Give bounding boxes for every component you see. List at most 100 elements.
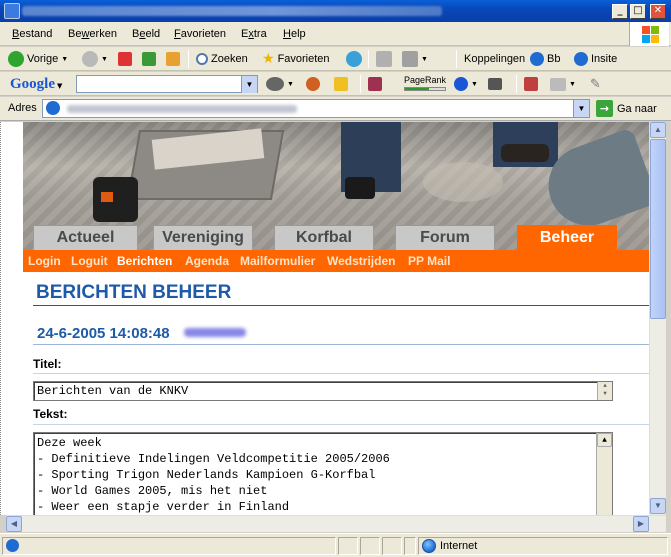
popup-icon — [334, 77, 348, 91]
titel-value: Berichten van de KNKV — [37, 384, 189, 398]
subnav-mailformulier[interactable]: Mailformulier — [240, 254, 315, 268]
link-insite[interactable]: Insite — [574, 50, 617, 68]
message-timestamp: 24-6-2005 14:08:48 — [37, 325, 170, 342]
text-line: - Sporting Trigon Nederlands Kampioen G-… — [37, 468, 376, 482]
tab-forum[interactable]: Forum — [395, 225, 495, 250]
window-icon — [488, 78, 502, 90]
highlighter-icon — [368, 77, 382, 91]
subnav-login[interactable]: Login — [28, 254, 61, 268]
subnav-berichten[interactable]: Berichten — [117, 254, 172, 268]
vertical-scrollbar[interactable]: ▲ ▼ — [649, 122, 666, 515]
pagerank-bar — [404, 87, 446, 91]
menu-bestand[interactable]: Bestand — [12, 28, 52, 40]
text-line: - World Games 2005, mis het niet — [37, 484, 268, 498]
scroll-up-button[interactable]: ▲ — [650, 122, 666, 138]
info-icon — [454, 77, 468, 91]
mail-icon — [376, 51, 392, 67]
scroll-thumb[interactable] — [650, 139, 666, 319]
scroll-up-button[interactable]: ▲ — [597, 433, 612, 447]
link-bb[interactable]: Bb — [530, 50, 560, 68]
page-title: BERICHTEN BEHEER — [36, 282, 232, 303]
windows-logo-icon — [629, 22, 669, 46]
go-label: Ga naar — [617, 102, 657, 115]
image-button[interactable] — [524, 75, 538, 93]
scroll-right-button[interactable]: ▶ — [633, 516, 649, 532]
tab-beheer[interactable]: Beheer — [517, 225, 617, 250]
subnav-loguit[interactable]: Loguit — [71, 254, 108, 268]
menu-favorieten[interactable]: Favorieten — [174, 28, 226, 40]
subnav-pp-mail[interactable]: PP Mail — [408, 254, 450, 268]
pagerank-label: PageRank — [404, 75, 447, 85]
divider — [33, 305, 649, 306]
back-label: Vorige — [27, 53, 59, 65]
titel-spin-button[interactable]: ▲ ▼ — [597, 382, 612, 400]
maximize-button[interactable]: □ — [630, 4, 646, 19]
google-search-input[interactable]: ▼ — [76, 75, 258, 93]
refresh-button[interactable] — [142, 50, 156, 68]
folder-button[interactable]: ▼ — [550, 75, 576, 93]
go-arrow-icon: → — [596, 100, 613, 117]
chevron-down-icon: ▼ — [471, 80, 478, 88]
tab-actueel[interactable]: Actueel — [33, 225, 138, 250]
standard-toolbar: Vorige ▼ ▼ Zoeken ★ Favorieten ▼ Koppeli… — [0, 47, 671, 71]
print-icon — [402, 51, 418, 67]
menu-help[interactable]: Help — [283, 28, 306, 40]
address-input[interactable]: ▼ — [42, 99, 590, 118]
highlight-button[interactable] — [368, 75, 382, 93]
chevron-down-icon: ▼ — [569, 80, 576, 88]
print-button[interactable]: ▼ — [402, 50, 428, 68]
home-button[interactable] — [166, 50, 180, 68]
textarea-scrollbar[interactable]: ▲ — [596, 433, 612, 515]
popup-blocker-button[interactable] — [334, 75, 348, 93]
text-line: - Weer een stapje verder in Finland — [37, 500, 290, 514]
ie-icon — [4, 3, 20, 19]
minimize-button[interactable]: _ — [612, 4, 628, 19]
links-label[interactable]: Koppelingen — [464, 50, 525, 68]
info-button[interactable]: ▼ — [454, 75, 478, 93]
back-button[interactable]: Vorige ▼ — [8, 50, 68, 68]
menu-extra[interactable]: Extra — [241, 28, 267, 40]
window-titlebar[interactable]: _ □ ✕ — [0, 0, 671, 22]
search-site-button[interactable] — [306, 75, 320, 93]
search-button[interactable]: Zoeken — [196, 50, 248, 68]
binoculars-icon — [266, 77, 284, 91]
favorites-button[interactable]: ★ Favorieten — [262, 50, 330, 68]
close-button[interactable]: ✕ — [650, 4, 666, 19]
text-line: - Definitieve Indelingen Veldcompetitie … — [37, 452, 390, 466]
forward-button[interactable]: ▼ — [82, 50, 108, 68]
google-search-button[interactable]: ▼ — [266, 75, 294, 93]
mail-button[interactable] — [376, 50, 392, 68]
stop-icon — [118, 52, 132, 66]
chevron-down-icon: ▼ — [421, 55, 428, 63]
google-logo[interactable]: Google ▼ — [10, 76, 62, 93]
go-button[interactable]: → Ga naar — [596, 100, 657, 117]
stop-button[interactable] — [118, 50, 132, 68]
horizontal-scrollbar[interactable]: ◀ ▶ — [6, 515, 666, 532]
search-label: Zoeken — [211, 53, 248, 65]
status-cell — [338, 537, 358, 555]
windows-button[interactable] — [488, 75, 502, 93]
pencil-button[interactable]: ✎ — [590, 75, 601, 93]
zone-label: Internet — [440, 540, 478, 552]
status-cell — [360, 537, 380, 555]
scroll-down-button[interactable]: ▼ — [650, 498, 666, 514]
text-line: Deze week — [37, 436, 102, 450]
image-icon — [524, 77, 538, 91]
tekst-textarea[interactable]: Deze week - Definitieve Indelingen Veldc… — [33, 432, 613, 515]
ie-page-icon — [530, 52, 544, 66]
menu-beeld[interactable]: Beeld — [132, 28, 160, 40]
titel-label: Titel: — [33, 357, 62, 371]
chevron-down-icon[interactable]: ▼ — [241, 76, 257, 93]
status-text-cell — [2, 537, 336, 555]
tab-korfbal[interactable]: Korfbal — [274, 225, 374, 250]
tab-vereniging[interactable]: Vereniging — [153, 225, 253, 250]
subnav-wedstrijden[interactable]: Wedstrijden — [327, 254, 395, 268]
window-title-redacted — [22, 6, 442, 16]
scroll-left-button[interactable]: ◀ — [6, 516, 22, 532]
address-dropdown-button[interactable]: ▼ — [573, 100, 589, 117]
titel-field[interactable]: Berichten van de KNKV ▲ ▼ — [33, 381, 613, 401]
media-button[interactable] — [346, 50, 362, 68]
subnav-agenda[interactable]: Agenda — [185, 254, 229, 268]
pencil-icon: ✎ — [590, 76, 601, 92]
menu-bewerken[interactable]: Bewerken — [68, 28, 117, 40]
